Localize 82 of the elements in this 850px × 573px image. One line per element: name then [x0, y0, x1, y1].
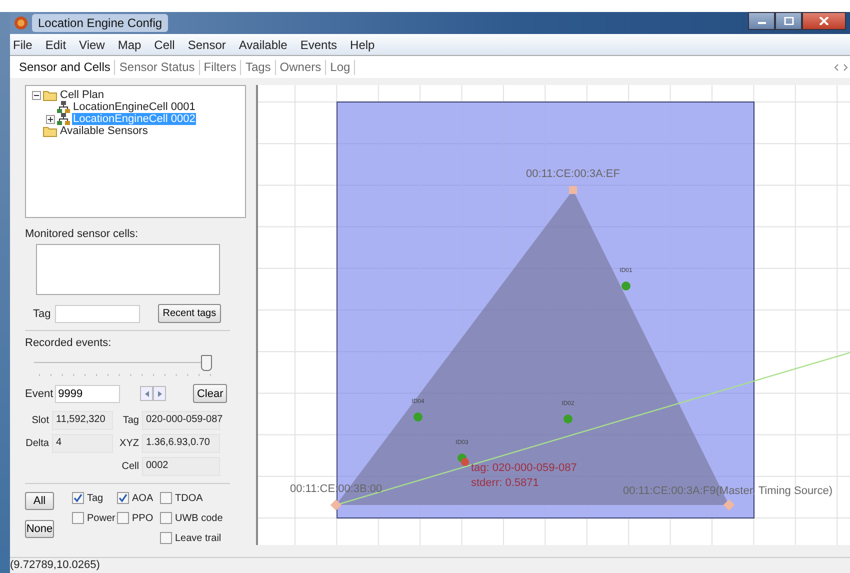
close-button[interactable]: [802, 12, 846, 30]
maximize-button[interactable]: [775, 12, 802, 30]
network-icon: [57, 101, 70, 113]
next-button[interactable]: [153, 386, 166, 401]
recent-tags-button[interactable]: Recent tags: [158, 304, 222, 323]
sensor-marker[interactable]: [330, 499, 342, 511]
network-icon: [57, 113, 70, 125]
tab[interactable]: Filters: [200, 60, 242, 74]
checkbox[interactable]: [160, 532, 172, 544]
filter-checkbox[interactable]: Tag: [72, 490, 117, 506]
checkbox[interactable]: [117, 512, 129, 524]
menu-item[interactable]: Edit: [44, 38, 68, 52]
tag-label: Tag: [33, 308, 51, 320]
info-label: Tag: [122, 415, 139, 426]
located-tag-label: tag: 020-000-059-087: [471, 462, 577, 474]
tag-dot[interactable]: [414, 412, 422, 422]
minimize-button[interactable]: [748, 12, 775, 30]
info-label: Slot: [30, 415, 49, 426]
filter-checkbox[interactable]: PPO: [117, 510, 160, 526]
tab[interactable]: Sensor and Cells: [15, 60, 116, 74]
select-button[interactable]: None: [25, 520, 54, 538]
tree-item[interactable]: Cell Plan: [59, 89, 106, 101]
located-tag-dot[interactable]: [461, 458, 469, 466]
located-stderr-label: stderr: 0.5871: [471, 477, 539, 489]
info-value: 0002: [142, 457, 220, 476]
tab[interactable]: Log: [326, 60, 356, 74]
checkbox[interactable]: [72, 512, 84, 524]
info-label: Delta: [25, 438, 49, 449]
info-value: 4: [52, 434, 113, 453]
maximize-icon: [784, 17, 794, 25]
tag-dot[interactable]: [622, 282, 630, 290]
tag-dot[interactable]: [564, 414, 572, 424]
folder-icon: [43, 90, 57, 100]
info-value: 1.36,6.93,0.70: [142, 434, 220, 453]
menu-item[interactable]: Cell: [153, 38, 176, 52]
close-icon: [819, 17, 829, 25]
right-arrow-icon: [158, 390, 162, 396]
info-value: 11,592,320: [52, 411, 113, 430]
info-value: 020-000-059-087: [142, 411, 220, 430]
sensor-marker[interactable]: [569, 186, 577, 194]
info-label: XYZ: [118, 438, 139, 449]
checkbox[interactable]: [160, 512, 172, 524]
sensor-label: 00:11:CE:00:3A:EF: [526, 168, 620, 180]
event-input[interactable]: 9999: [55, 384, 120, 402]
checkbox[interactable]: [72, 492, 84, 504]
tag-input[interactable]: [54, 304, 140, 322]
tree-item[interactable]: Available Sensors: [59, 125, 149, 137]
filter-checkbox[interactable]: Power: [72, 510, 117, 526]
recorded-events-label: Recorded events:: [25, 337, 112, 349]
menu-item[interactable]: Events: [299, 38, 338, 52]
expand-icon[interactable]: [46, 114, 55, 124]
filter-checkbox[interactable]: AOA: [117, 490, 160, 506]
tab[interactable]: Owners: [276, 60, 326, 74]
info-label: Cell: [120, 461, 139, 472]
menu-item[interactable]: File: [12, 38, 34, 52]
clear-button[interactable]: Clear: [193, 384, 228, 403]
checkbox[interactable]: [117, 492, 129, 504]
menu-item[interactable]: Map: [116, 38, 142, 52]
select-button[interactable]: All: [25, 492, 54, 510]
monitored-label: Monitored sensor cells:: [25, 228, 140, 240]
window-title: Location Engine Config: [32, 14, 168, 32]
filter-checkbox[interactable]: TDOA: [160, 490, 220, 506]
menu-item[interactable]: View: [78, 38, 106, 52]
event-label: Event: [25, 388, 54, 400]
sensor-marker[interactable]: [723, 499, 735, 511]
checkbox[interactable]: [160, 492, 172, 504]
filter-checkbox[interactable]: Leave trail: [160, 530, 220, 546]
tab-scroll-icon[interactable]: [834, 64, 848, 70]
tab[interactable]: Tags: [241, 60, 276, 74]
collapse-icon[interactable]: [32, 90, 41, 100]
filter-checkbox[interactable]: UWB code: [160, 510, 220, 526]
app-icon: [14, 16, 28, 30]
left-arrow-icon: [144, 390, 149, 396]
menu-item[interactable]: Sensor: [186, 38, 227, 52]
folder-icon: [43, 126, 57, 136]
tab[interactable]: Sensor Status: [115, 60, 200, 74]
menu-item[interactable]: Available: [238, 38, 288, 52]
menu-item[interactable]: Help: [349, 38, 376, 52]
previous-button[interactable]: [140, 386, 154, 401]
status-bar: (9.72789,10.0265): [10, 557, 850, 573]
tree-item[interactable]: LocationEngineCell 0001: [72, 101, 196, 113]
monitored-list[interactable]: [36, 244, 220, 295]
